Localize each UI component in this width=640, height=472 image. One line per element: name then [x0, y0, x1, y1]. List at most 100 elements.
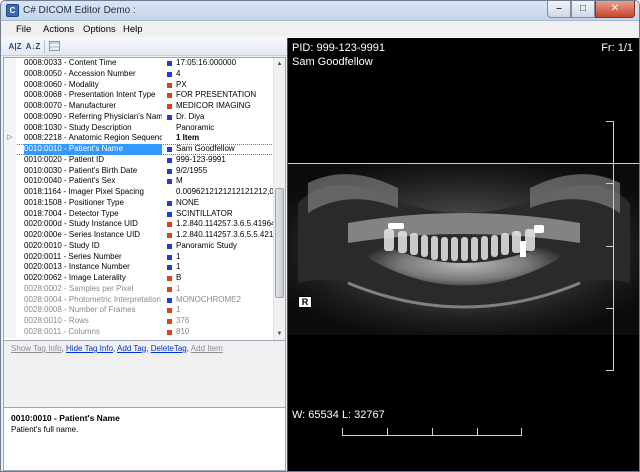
sort-by-category-button[interactable]: A|Z	[7, 39, 23, 54]
menu-help[interactable]: Help	[123, 24, 143, 35]
vr-type-icon	[167, 265, 172, 271]
tag-row[interactable]: 0020:0010 - Study ID Panoramic Study	[4, 240, 274, 252]
tag-value[interactable]: 1	[176, 305, 274, 316]
maximize-button[interactable]: □	[571, 1, 595, 18]
close-button[interactable]: ✕	[595, 1, 635, 18]
tag-name: 0010:0040 - Patient's Sex	[24, 176, 116, 186]
tag-row[interactable]: 0020:000d - Study Instance UID 1.2.840.11…	[4, 219, 274, 230]
tag-row[interactable]: 0010:0020 - Patient ID 999-123-9991	[4, 154, 274, 166]
add-item-link[interactable]: Add Item	[191, 344, 223, 353]
tag-value[interactable]: 376	[176, 316, 274, 327]
image-viewer[interactable]: PID: 999-123-9991 Sam Goodfellow Fr: 1/1	[287, 38, 639, 471]
tag-value[interactable]: 4	[176, 69, 274, 80]
tag-row[interactable]: 0018:1164 - Imager Pixel Spacing 0.009621…	[4, 187, 274, 198]
tag-row[interactable]: 0008:0060 - Modality PX	[4, 79, 274, 91]
show-tag-info-link[interactable]: Show Tag Info	[11, 344, 62, 353]
tag-name: 0020:000d - Study Instance UID	[24, 219, 138, 229]
expand-icon[interactable]: ▷	[4, 133, 16, 144]
tag-value[interactable]: 1.2.840.114257.3.6.5.4196486	[176, 219, 274, 230]
row-gutter	[4, 90, 16, 101]
tag-row[interactable]: 0008:0033 - Content Time 17:05:16.000000	[4, 58, 274, 69]
tag-rows: 0008:0033 - Content Time 17:05:16.000000 0…	[4, 58, 274, 338]
tag-value[interactable]: B	[176, 273, 274, 284]
tag-row[interactable]: 0008:0050 - Accession Number 4	[4, 68, 274, 80]
tag-property-grid[interactable]: 0008:0033 - Content Time 17:05:16.000000 0…	[3, 57, 286, 341]
ruler-tick	[606, 183, 613, 184]
sort-alphabetical-button[interactable]: A↓Z	[25, 39, 41, 54]
tag-value[interactable]: PX	[176, 80, 274, 91]
tag-value[interactable]: Dr. Diya	[176, 112, 274, 123]
ruler-tick	[606, 121, 613, 122]
scroll-down-icon[interactable]: ▼	[274, 328, 285, 340]
tag-value[interactable]: 999-123-9991	[176, 155, 274, 166]
tag-value[interactable]: FOR PRESENTATION	[176, 90, 274, 101]
title-bar[interactable]: C C# DICOM Editor Demo : – □ ✕	[1, 1, 639, 21]
tag-value[interactable]: 810	[176, 327, 274, 338]
tag-row[interactable]: 0010:0040 - Patient's Sex M	[4, 176, 274, 187]
vr-type-icon	[167, 104, 172, 109]
left-panel: 0008:0033 - Content Time 17:05:16.000000 0…	[3, 57, 286, 471]
vr-type-icon	[167, 157, 172, 163]
minimize-button[interactable]: –	[547, 1, 571, 18]
hide-tag-info-link[interactable]: Hide Tag Info	[66, 344, 113, 353]
tag-row[interactable]: 0008:0090 - Referring Physician's Name Dr…	[4, 111, 274, 123]
row-gutter	[4, 58, 16, 69]
tag-name: 0020:0010 - Study ID	[24, 240, 100, 250]
window-level-overlay: W: 65534 L: 32767	[292, 409, 385, 421]
tag-row[interactable]: 0008:0068 - Presentation Intent Type FOR …	[4, 90, 274, 101]
tag-row[interactable]: 0028:0004 - Photometric Interpretation MO…	[4, 294, 274, 306]
tag-row[interactable]: 0028:0008 - Number of Frames 1	[4, 305, 274, 316]
tag-name: 0008:0060 - Modality	[24, 79, 99, 89]
tag-value[interactable]: MEDICOR IMAGING	[176, 101, 274, 112]
tag-value[interactable]: 1.2.840.114257.3.6.5.5.42144	[176, 230, 274, 241]
ruler-tick	[477, 428, 478, 435]
row-gutter	[4, 122, 16, 134]
menu-options[interactable]: Options	[83, 24, 116, 35]
row-gutter	[4, 79, 16, 91]
tag-value[interactable]: 9/2/1955	[176, 166, 274, 177]
tag-name: 0020:000e - Series Instance UID	[24, 230, 141, 239]
tag-row[interactable]: 0010:0010 - Patient's Name Sam Goodfellow	[4, 144, 274, 155]
tag-row[interactable]: 0018:1508 - Positioner Type NONE	[4, 197, 274, 209]
tag-value[interactable]: 1	[176, 284, 274, 295]
tag-row[interactable]: 0020:0011 - Series Number 1	[4, 251, 274, 263]
tag-value[interactable]: Sam Goodfellow	[176, 144, 274, 155]
tag-row[interactable]: 0020:000e - Series Instance UID 1.2.840.1…	[4, 230, 274, 241]
tag-row[interactable]: ▷ 0008:2218 - Anatomic Region Sequence 1 I…	[4, 133, 274, 144]
row-gutter	[4, 326, 16, 338]
tag-row[interactable]: 0018:7004 - Detector Type SCINTILLATOR	[4, 208, 274, 220]
horizontal-scale-ruler	[342, 435, 522, 436]
tag-name: 0008:1030 - Study Description	[24, 122, 132, 132]
tag-value[interactable]: 0.0096212121212121212,0.0096	[176, 187, 274, 198]
tag-value[interactable]: Panoramic	[176, 123, 274, 134]
delete-tag-link[interactable]: DeleteTag	[151, 344, 187, 353]
scroll-up-icon[interactable]: ▲	[274, 58, 285, 70]
tag-name: 0028:0011 - Columns	[24, 326, 100, 336]
tag-row[interactable]: 0028:0011 - Columns 810	[4, 326, 274, 338]
tag-value[interactable]: 17:05:16.000000	[176, 58, 274, 69]
tag-row[interactable]: 0008:1030 - Study Description Panoramic	[4, 122, 274, 134]
tag-row[interactable]: 0028:0002 - Samples per Pixel 1	[4, 283, 274, 295]
window-controls: – □ ✕	[547, 1, 635, 18]
tag-value[interactable]: 1 Item	[176, 133, 274, 144]
tag-row[interactable]: 0008:0070 - Manufacturer MEDICOR IMAGING	[4, 101, 274, 112]
tag-value[interactable]: NONE	[176, 198, 274, 209]
tag-value[interactable]: M	[176, 176, 274, 187]
tag-row[interactable]: 0020:0013 - Instance Number 1	[4, 262, 274, 273]
tag-row[interactable]: 0020:0062 - Image Laterality B	[4, 273, 274, 284]
tag-value[interactable]: MONOCHROME2	[176, 295, 274, 306]
tag-value[interactable]: 1	[176, 262, 274, 273]
vr-type-icon	[167, 93, 172, 99]
tag-value[interactable]: 1	[176, 252, 274, 263]
row-gutter	[4, 111, 16, 123]
tag-value[interactable]: SCINTILLATOR	[176, 209, 274, 220]
tag-row[interactable]: 0028:0010 - Rows 376	[4, 316, 274, 327]
scroll-thumb[interactable]	[275, 188, 284, 298]
property-pages-icon[interactable]	[49, 41, 60, 51]
tag-row[interactable]: 0010:0030 - Patient's Birth Date 9/2/1955	[4, 165, 274, 177]
tag-value[interactable]: Panoramic Study	[176, 241, 274, 252]
menu-actions[interactable]: Actions	[43, 24, 74, 35]
menu-file[interactable]: File	[16, 24, 31, 35]
add-tag-link[interactable]: Add Tag	[117, 344, 146, 353]
grid-vertical-scrollbar[interactable]: ▲ ▼	[273, 58, 285, 340]
